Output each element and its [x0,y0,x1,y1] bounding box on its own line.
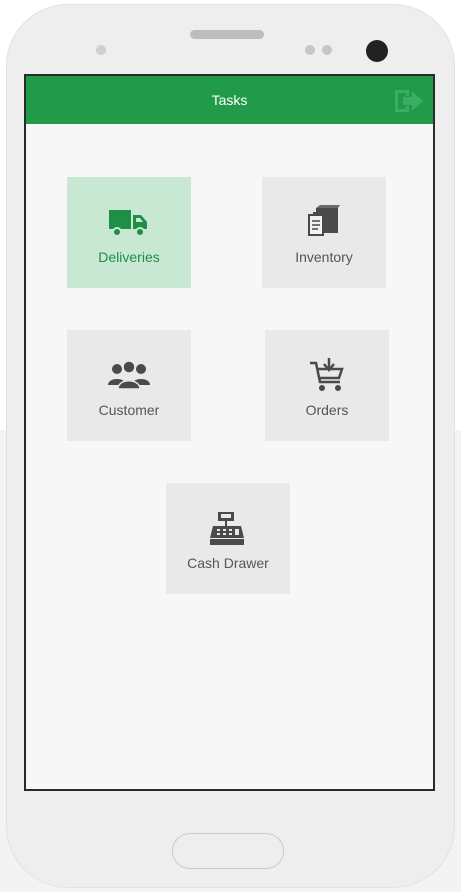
truck-icon [109,210,147,237]
cash-register-icon [210,512,244,545]
exit-icon [395,90,423,112]
tile-label: Deliveries [98,249,160,265]
tile-label: Cash Drawer [187,555,269,571]
app-header: Tasks [26,76,433,124]
exit-button[interactable] [392,87,426,115]
tile-label: Orders [305,402,349,418]
phone-speaker [190,30,264,39]
cart-icon [310,358,344,391]
inventory-icon [308,205,340,236]
customers-icon [108,360,150,390]
tile-orders[interactable]: Orders [265,330,389,441]
app-screen: Tasks Deliveries Inventory Customer Orde… [24,74,435,791]
phone-sensor [322,45,332,55]
tile-deliveries[interactable]: Deliveries [67,177,191,288]
phone-sensor [305,45,315,55]
tile-label: Inventory [295,249,353,265]
phone-camera [366,40,388,62]
tile-customer[interactable]: Customer [67,330,191,441]
home-button[interactable] [172,833,284,869]
tile-cash-drawer[interactable]: Cash Drawer [166,483,290,594]
tile-label: Customer [98,402,160,418]
tile-inventory[interactable]: Inventory [262,177,386,288]
phone-sensor [96,45,106,55]
page-title: Tasks [211,92,248,108]
